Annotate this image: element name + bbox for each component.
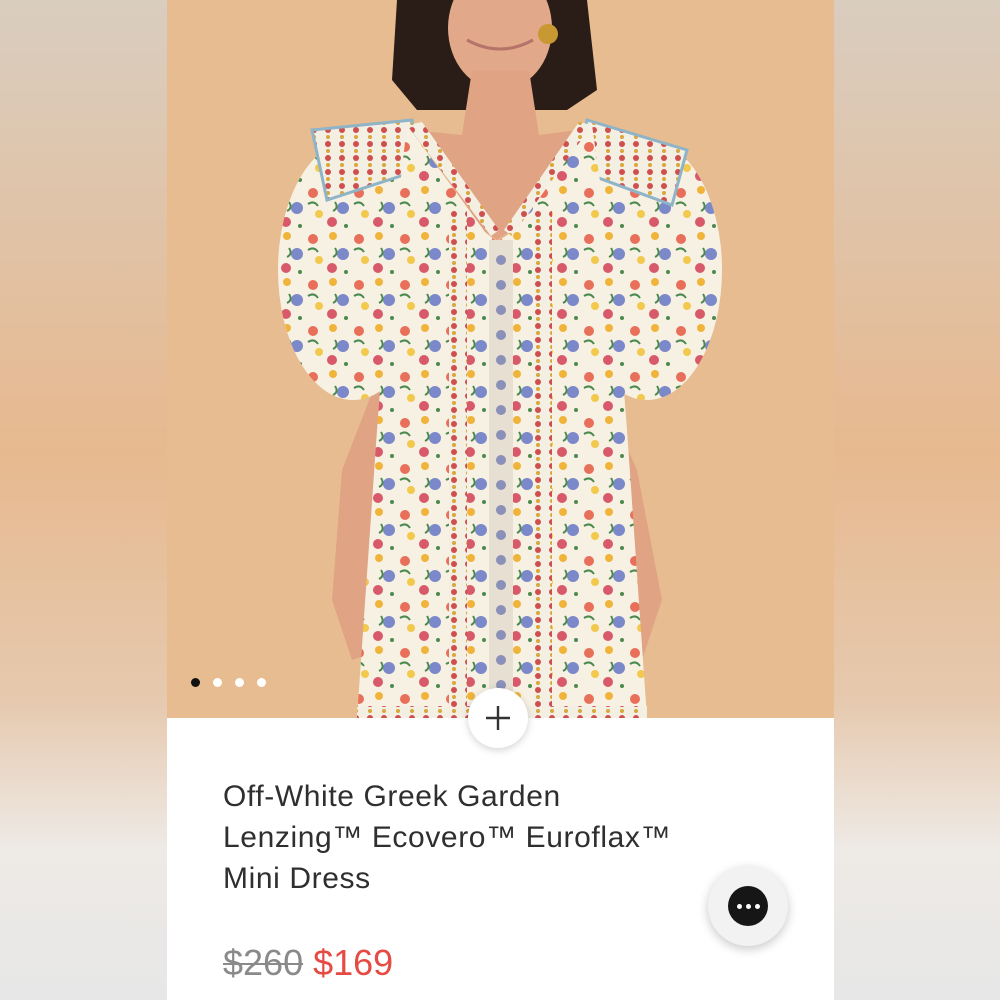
product-title-line-1: Off-White Greek Garden [223, 780, 561, 813]
zoom-button[interactable] [468, 688, 528, 748]
pagination-dot-3[interactable] [235, 678, 244, 687]
gallery-pagination [191, 678, 266, 687]
price-block: $260 $169 [223, 940, 393, 986]
plus-icon [486, 706, 510, 730]
product-image-gallery[interactable] [167, 0, 834, 718]
product-title: Off-White Greek Garden Lenzing™ Ecovero™… [223, 776, 783, 899]
product-title-line-3: Mini Dress [223, 862, 371, 895]
pagination-dot-4[interactable] [257, 678, 266, 687]
sale-price: $169 [313, 942, 394, 983]
product-photo [278, 0, 722, 718]
original-price: $260 [223, 942, 304, 983]
product-title-line-2: Lenzing™ Ecovero™ Euroflax™ [223, 821, 672, 854]
pagination-dot-1[interactable] [191, 678, 200, 687]
chat-bubble-icon [728, 886, 768, 926]
product-page: Off-White Greek Garden Lenzing™ Ecovero™… [167, 0, 834, 1000]
chat-button[interactable] [708, 866, 788, 946]
pagination-dot-2[interactable] [213, 678, 222, 687]
